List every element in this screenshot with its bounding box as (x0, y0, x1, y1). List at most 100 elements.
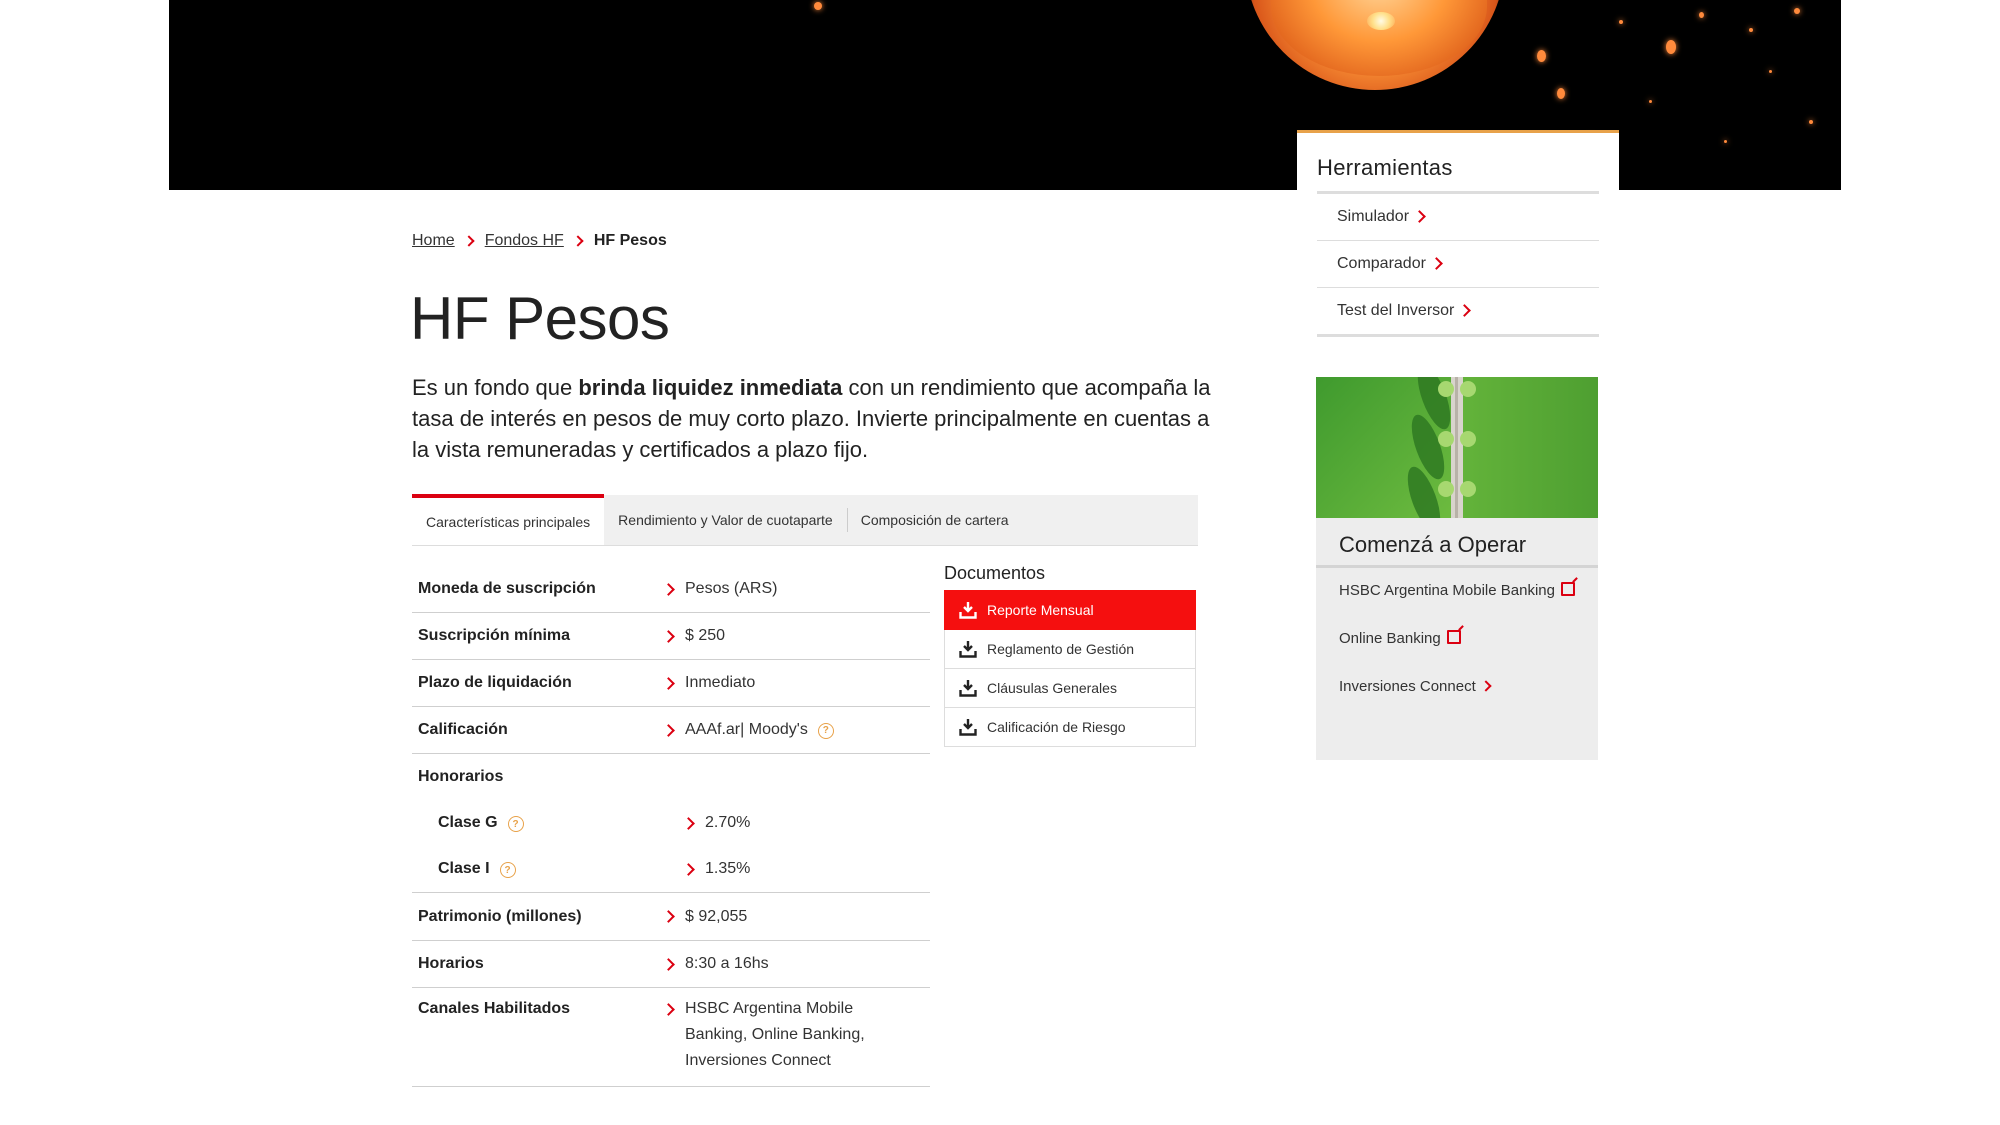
spec-value: Pesos (ARS) (662, 566, 930, 612)
intro-text: Es un fondo que (412, 375, 579, 400)
breadcrumb-home-link[interactable]: Home (412, 232, 455, 250)
operate-link-label: Online Banking (1339, 630, 1441, 647)
spec-value-text: $ 92,055 (685, 907, 748, 925)
download-icon (959, 602, 977, 619)
spec-label: Horarios (418, 955, 484, 972)
spec-label: Suscripción mínima (418, 627, 571, 644)
spec-value: Inmediato (662, 660, 930, 706)
spec-label: Plazo de liquidación (418, 674, 572, 691)
documents-title: Documentos (944, 563, 1046, 583)
help-icon[interactable]: ? (817, 723, 834, 739)
spec-value-text: HSBC Argentina Mobile Banking, Online Ba… (685, 1000, 865, 1069)
spec-label: Calificación (418, 721, 508, 738)
spec-row-calificacion: Calificación AAAf.ar| Moody's? (412, 707, 930, 754)
spec-value-text: 2.70% (705, 814, 751, 831)
chevron-right-icon (572, 235, 584, 247)
tool-comparador[interactable]: Comparador (1317, 241, 1599, 288)
download-icon (959, 641, 977, 658)
doc-label: Reglamento de Gestión (987, 641, 1135, 657)
spec-row-honorarios: Honorarios (412, 754, 930, 800)
tab-caracteristicas[interactable]: Características principales (412, 494, 605, 545)
operate-link-label: Inversiones Connect (1339, 678, 1476, 695)
tool-label: Simulador (1337, 208, 1410, 225)
operate-panel: Comenzá a Operar HSBC Argentina Mobile B… (1316, 377, 1598, 760)
spec-value: $ 92,055 (662, 893, 930, 940)
spec-label-text: Clase G (438, 814, 498, 831)
chevron-right-icon (662, 676, 675, 690)
spark (1749, 28, 1753, 32)
spec-label: Moneda de suscripción (418, 580, 596, 597)
fund-specs-table: Moneda de suscripción Pesos (ARS) Suscri… (412, 566, 930, 1087)
breadcrumb-current: HF Pesos (593, 232, 667, 249)
doc-clausulas[interactable]: Cláusulas Generales (944, 669, 1196, 708)
operate-divider (1316, 565, 1598, 568)
spec-row-clase-g: Clase G? 2.70% (412, 800, 930, 846)
spec-row-clase-i: Clase I? 1.35% (412, 846, 930, 893)
chevron-right-icon (662, 910, 675, 923)
breadcrumb-fondos-link[interactable]: Fondos HF (485, 232, 564, 250)
spec-label-clase-g: Clase G? (412, 800, 684, 846)
spec-value-text: $ 250 (685, 627, 726, 644)
tools-panel: Herramientas Simulador Comparador Test d… (1297, 130, 1619, 353)
link-online-banking[interactable]: Online Banking (1339, 625, 1579, 653)
doc-reporte-mensual[interactable]: Reporte Mensual (944, 590, 1196, 630)
aerial-field-photo (1316, 377, 1598, 518)
tool-simulador[interactable]: Simulador (1317, 194, 1599, 241)
doc-label: Reporte Mensual (987, 602, 1094, 618)
chevron-right-icon (662, 582, 675, 596)
chevron-right-icon (1413, 209, 1426, 223)
chevron-right-icon (1458, 303, 1472, 317)
download-icon (959, 680, 977, 697)
spark (1794, 8, 1800, 14)
spark (814, 2, 822, 10)
spec-value: 2.70% (682, 800, 930, 846)
tab-rendimiento[interactable]: Rendimiento y Valor de cuotaparte (604, 495, 847, 545)
doc-label: Cláusulas Generales (987, 680, 1117, 696)
spark (1537, 50, 1546, 62)
operate-link-label: HSBC Argentina Mobile Banking (1339, 582, 1555, 599)
spec-value-text: Inmediato (685, 674, 756, 691)
spark (1724, 140, 1727, 143)
page-title: HF Pesos (410, 285, 670, 352)
breadcrumb: Home Fondos HF HF Pesos (412, 232, 667, 250)
spec-value: HSBC Argentina Mobile Banking, Online Ba… (662, 988, 930, 1086)
spark (1809, 120, 1813, 124)
spark (1619, 20, 1623, 24)
chevron-right-icon (662, 629, 675, 643)
chevron-right-icon (463, 235, 475, 247)
tools-title: Herramientas (1317, 155, 1453, 180)
spec-label: Canales Habilitados (418, 1000, 571, 1017)
tab-composicion[interactable]: Composición de cartera (846, 495, 1023, 545)
help-icon[interactable]: ? (507, 816, 524, 832)
chevron-right-icon (682, 816, 695, 830)
spark (1557, 88, 1565, 99)
spark (1699, 12, 1704, 18)
help-icon[interactable]: ? (499, 862, 516, 878)
spec-value: 1.35% (682, 846, 930, 892)
lantern-flame (1367, 12, 1395, 30)
link-mobile-banking[interactable]: HSBC Argentina Mobile Banking (1339, 577, 1579, 605)
chevron-right-icon (1480, 680, 1492, 692)
doc-calificacion-riesgo[interactable]: Calificación de Riesgo (944, 708, 1196, 747)
external-link-icon (1446, 630, 1461, 644)
spec-row-horarios: Horarios 8:30 a 16hs (412, 941, 930, 988)
field-road-image (1316, 377, 1598, 518)
spark (1666, 40, 1676, 54)
spec-label: Patrimonio (millones) (418, 907, 582, 925)
download-icon (959, 719, 977, 736)
chevron-right-icon (1430, 256, 1443, 270)
spec-value-text: 8:30 a 16hs (685, 955, 769, 972)
spec-value-text: Pesos (ARS) (685, 580, 778, 597)
operate-list: HSBC Argentina Mobile Banking Online Ban… (1339, 577, 1579, 701)
tool-test-inversor[interactable]: Test del Inversor (1317, 288, 1599, 337)
chevron-right-icon (662, 723, 675, 737)
spec-value-text: AAAf.ar| Moody's (685, 721, 808, 738)
operate-title: Comenzá a Operar (1339, 532, 1527, 557)
spark (1649, 100, 1652, 103)
spec-value: 8:30 a 16hs (662, 941, 930, 987)
link-inversiones-connect[interactable]: Inversiones Connect (1339, 673, 1579, 701)
spec-row-moneda: Moneda de suscripción Pesos (ARS) (412, 566, 930, 613)
doc-reglamento[interactable]: Reglamento de Gestión (944, 630, 1196, 669)
tool-label: Comparador (1337, 255, 1426, 272)
chevron-right-icon (662, 1003, 675, 1016)
